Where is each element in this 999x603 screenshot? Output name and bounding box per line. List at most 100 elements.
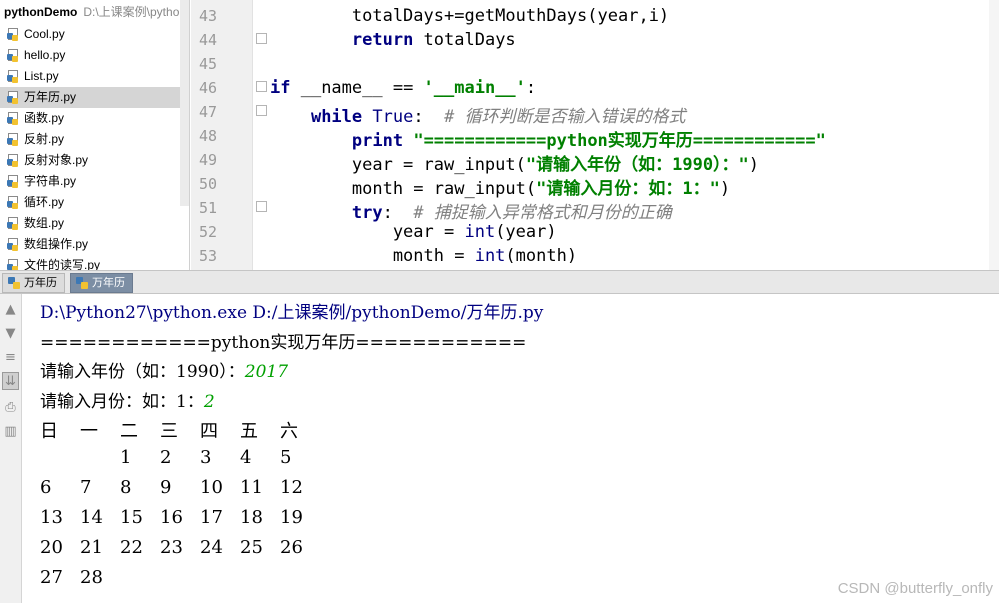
calendar-weekday: 二 xyxy=(120,421,138,442)
fold-marker[interactable] xyxy=(256,81,267,92)
calendar-day: 14 xyxy=(80,507,103,528)
calendar-day: 4 xyxy=(240,447,252,468)
project-tree-scrollbar[interactable] xyxy=(180,0,189,206)
year-input: 2017 xyxy=(244,362,289,382)
calendar-weekday: 日 xyxy=(40,421,58,442)
calendar-weekday: 一 xyxy=(80,421,98,442)
calendar-day: 16 xyxy=(160,507,183,528)
file-item[interactable]: 反射对象.py xyxy=(0,150,189,171)
editor-scrollbar[interactable] xyxy=(989,0,999,270)
print-icon[interactable]: ⎙ xyxy=(2,398,19,416)
file-item[interactable]: 万年历.py xyxy=(0,87,189,108)
python-file-icon xyxy=(7,238,19,251)
python-file-icon xyxy=(7,259,19,270)
calendar-day: 25 xyxy=(240,537,263,558)
calendar-day: 21 xyxy=(80,537,103,558)
fold-marker[interactable] xyxy=(256,201,267,212)
calendar-day: 8 xyxy=(120,477,132,498)
project-name: pythonDemo xyxy=(4,5,78,19)
file-item[interactable]: 反射.py xyxy=(0,129,189,150)
project-path: D:\上课案例\pythonDemo xyxy=(83,5,189,19)
line-number: 53 xyxy=(198,247,217,265)
file-name: hello.py xyxy=(24,48,66,62)
code-line: try: # 捕捉输入异常格式和月份的正确 xyxy=(351,203,672,223)
file-name: 万年历.py xyxy=(24,90,77,104)
code-editor[interactable]: 43 44 45 46 47 48 49 50 51 52 53 totalDays+=getMou… xyxy=(191,0,999,270)
year-prompt: 请输入年份（如：1990）： xyxy=(40,362,245,382)
soft-wrap-icon[interactable]: ≡ xyxy=(2,348,19,366)
line-number: 51 xyxy=(198,199,217,217)
python-file-icon xyxy=(7,49,19,62)
calendar-day: 6 xyxy=(40,477,52,498)
line-number: 46 xyxy=(198,79,217,97)
scroll-to-end-icon[interactable]: ⇊ xyxy=(2,372,19,390)
python-file-icon xyxy=(7,133,19,146)
calendar-day: 28 xyxy=(80,567,103,588)
code-line: if __name__ == '__main__': xyxy=(270,78,537,98)
calendar-day: 5 xyxy=(280,447,292,468)
watermark: CSDN @butterfly_onfly xyxy=(837,580,993,597)
fold-marker[interactable] xyxy=(256,105,267,116)
calendar-weekday: 六 xyxy=(280,421,298,442)
code-line: totalDays+=getMouthDays(year,i) xyxy=(270,6,670,26)
file-item[interactable]: 字符串.py xyxy=(0,171,189,192)
file-name: 反射对象.py xyxy=(24,153,89,167)
calendar-weekday: 五 xyxy=(240,421,258,442)
calendar-day: 10 xyxy=(200,477,223,498)
fold-end-marker[interactable] xyxy=(256,33,267,44)
calendar-day: 18 xyxy=(240,507,263,528)
trash-icon[interactable]: ▥ xyxy=(2,422,19,440)
file-item[interactable]: 循环.py xyxy=(0,192,189,213)
arrow-down-icon[interactable]: ▼ xyxy=(2,324,19,342)
calendar-day: 12 xyxy=(280,477,303,498)
run-tab[interactable]: 万年历 xyxy=(2,273,65,293)
run-console[interactable]: D:\Python27\python.exe D:/上课案例/pythonDem… xyxy=(23,294,999,603)
file-item[interactable]: Cool.py xyxy=(0,24,189,45)
file-list: Cool.py hello.py List.py 万年历.py 函数.py 反射.py 反射… xyxy=(0,24,189,270)
line-number: 48 xyxy=(198,127,217,145)
file-name: 文件的读写.py xyxy=(24,258,101,270)
line-number: 44 xyxy=(198,31,217,49)
python-file-icon xyxy=(7,112,19,125)
calendar-day: 24 xyxy=(200,537,223,558)
line-number: 49 xyxy=(198,151,217,169)
calendar-day: 17 xyxy=(200,507,223,528)
console-year-line: 请输入年份（如：1990）：2017 xyxy=(40,357,288,382)
file-name: 循环.py xyxy=(24,195,65,209)
calendar-day: 13 xyxy=(40,507,63,528)
run-tab-bar: 万年历 万年历 xyxy=(0,270,999,294)
arrow-up-icon[interactable]: ▲ xyxy=(2,300,19,318)
file-name: 字符串.py xyxy=(24,174,77,188)
file-item[interactable]: 文件的读写.py xyxy=(0,255,189,270)
code-line: while True: # 循环判断是否输入错误的格式 xyxy=(310,107,686,127)
calendar-day: 11 xyxy=(240,477,263,498)
line-number: 43 xyxy=(198,7,217,25)
line-number: 45 xyxy=(198,55,217,73)
file-item[interactable]: 数组.py xyxy=(0,213,189,234)
run-toolbar: ▲ ▼ ≡ ⇊ ⎙ ▥ xyxy=(0,294,22,603)
code-line: return totalDays xyxy=(351,30,516,50)
python-file-icon xyxy=(7,175,19,188)
project-root[interactable]: pythonDemo D:\上课案例\pythonDemo xyxy=(0,0,189,24)
calendar-day: 7 xyxy=(80,477,92,498)
run-tab-active[interactable]: 万年历 xyxy=(70,273,133,293)
file-item[interactable]: List.py xyxy=(0,66,189,87)
code-line: month = int(month) xyxy=(270,246,578,266)
month-prompt: 请输入月份：如：1： xyxy=(40,392,204,412)
calendar-day: 20 xyxy=(40,537,63,558)
calendar-day: 22 xyxy=(120,537,143,558)
calendar-weekday: 三 xyxy=(160,421,178,442)
file-name: List.py xyxy=(24,69,59,83)
python-file-icon xyxy=(7,91,19,104)
code-line: year = raw_input("请输入年份（如：1990）：") xyxy=(270,155,760,175)
file-item[interactable]: 数组操作.py xyxy=(0,234,189,255)
python-icon xyxy=(8,277,20,289)
line-number: 47 xyxy=(198,103,217,121)
file-item[interactable]: hello.py xyxy=(0,45,189,66)
calendar-day: 27 xyxy=(40,567,63,588)
calendar-day: 23 xyxy=(160,537,183,558)
console-banner: ============python实现万年历============ xyxy=(40,333,527,353)
run-tab-label: 万年历 xyxy=(24,277,57,289)
file-name: 函数.py xyxy=(24,111,65,125)
file-item[interactable]: 函数.py xyxy=(0,108,189,129)
